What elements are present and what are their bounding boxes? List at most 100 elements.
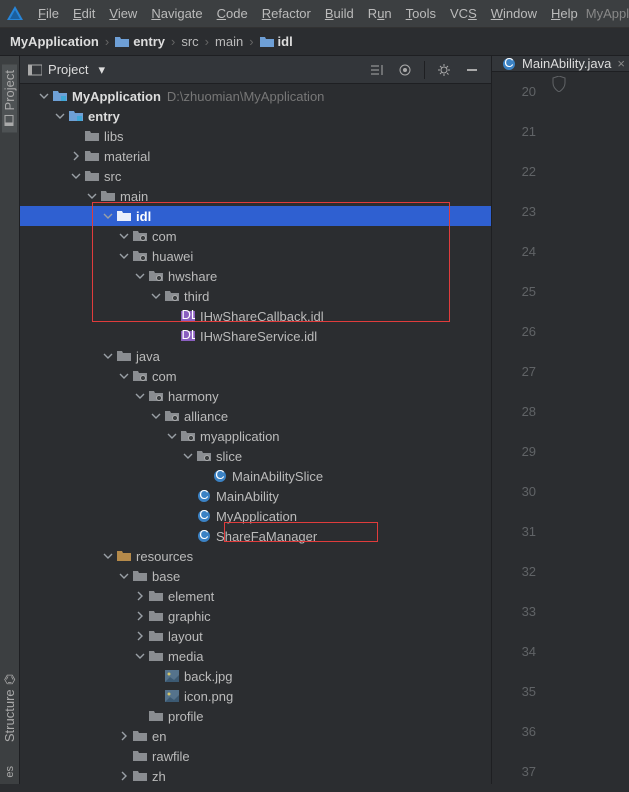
tree-row[interactable]: CMainAbility bbox=[20, 486, 491, 506]
tree-row[interactable]: hwshare bbox=[20, 266, 491, 286]
tree-arrow-icon[interactable] bbox=[118, 230, 130, 242]
tree-row[interactable]: com bbox=[20, 226, 491, 246]
crumb-main[interactable]: main bbox=[215, 34, 243, 49]
menu-code[interactable]: Code bbox=[211, 3, 254, 24]
editor-body[interactable]: 202122232425262728293031323334353637 bbox=[492, 72, 629, 792]
tree-arrow-icon[interactable] bbox=[38, 90, 50, 102]
editor-tab-mainability[interactable]: C MainAbility.java × bbox=[498, 56, 629, 71]
tree-arrow-icon[interactable] bbox=[102, 350, 114, 362]
tree-row[interactable]: CMainAbilitySlice bbox=[20, 466, 491, 486]
toolwindow-tab-project[interactable]: Project bbox=[2, 64, 17, 132]
scroll-from-source-icon[interactable] bbox=[366, 59, 388, 81]
tree-arrow-icon[interactable] bbox=[102, 550, 114, 562]
tree-row[interactable]: src bbox=[20, 166, 491, 186]
tree-row[interactable]: third bbox=[20, 286, 491, 306]
crumb-entry[interactable]: entry bbox=[115, 34, 165, 49]
hide-panel-icon[interactable] bbox=[461, 59, 483, 81]
tree-row[interactable]: harmony bbox=[20, 386, 491, 406]
tree-arrow-icon[interactable] bbox=[70, 150, 82, 162]
tree-arrow-icon[interactable] bbox=[54, 110, 66, 122]
menu-file[interactable]: File bbox=[32, 3, 65, 24]
menu-help[interactable]: Help bbox=[545, 3, 584, 24]
tree-arrow-icon[interactable] bbox=[134, 630, 146, 642]
tree-arrow-icon[interactable] bbox=[118, 770, 130, 782]
tree-row[interactable]: entry bbox=[20, 106, 491, 126]
tree-arrow-icon[interactable] bbox=[118, 370, 130, 382]
tree-row[interactable]: libs bbox=[20, 126, 491, 146]
tree-row[interactable]: IDLIHwShareService.idl bbox=[20, 326, 491, 346]
tree-arrow-icon[interactable] bbox=[166, 310, 178, 322]
tree-row[interactable]: media bbox=[20, 646, 491, 666]
menu-run[interactable]: Run bbox=[362, 3, 398, 24]
tree-arrow-icon[interactable] bbox=[150, 290, 162, 302]
tree-arrow-icon[interactable] bbox=[134, 270, 146, 282]
menu-navigate[interactable]: Navigate bbox=[145, 3, 208, 24]
tree-row[interactable]: material bbox=[20, 146, 491, 166]
tree-arrow-icon[interactable] bbox=[118, 750, 130, 762]
toolwindow-tab-favorites[interactable]: es bbox=[4, 760, 16, 784]
project-tree[interactable]: MyApplicationD:\zhuomian\MyApplicationen… bbox=[20, 84, 491, 784]
tree-arrow-icon[interactable] bbox=[70, 170, 82, 182]
menu-edit[interactable]: Edit bbox=[67, 3, 101, 24]
tree-row[interactable]: resources bbox=[20, 546, 491, 566]
tree-arrow-icon[interactable] bbox=[134, 610, 146, 622]
tree-arrow-icon[interactable] bbox=[118, 730, 130, 742]
tree-arrow-icon[interactable] bbox=[118, 570, 130, 582]
tree-arrow-icon[interactable] bbox=[150, 690, 162, 702]
tree-row[interactable]: rawfile bbox=[20, 746, 491, 766]
project-view-selector[interactable]: Project ▾ bbox=[28, 62, 105, 78]
tree-arrow-icon[interactable] bbox=[182, 510, 194, 522]
tree-arrow-icon[interactable] bbox=[198, 470, 210, 482]
tree-arrow-icon[interactable] bbox=[150, 670, 162, 682]
tree-row[interactable]: huawei bbox=[20, 246, 491, 266]
tree-arrow-icon[interactable] bbox=[102, 210, 114, 222]
tree-row[interactable]: slice bbox=[20, 446, 491, 466]
toolwindow-tab-structure[interactable]: Structure ⌬ bbox=[2, 668, 17, 748]
inspection-shield-icon[interactable] bbox=[552, 76, 566, 92]
tree-arrow-icon[interactable] bbox=[182, 490, 194, 502]
tree-row[interactable]: graphic bbox=[20, 606, 491, 626]
tree-arrow-icon[interactable] bbox=[166, 430, 178, 442]
gear-icon[interactable] bbox=[433, 59, 455, 81]
crumb-src[interactable]: src bbox=[181, 34, 198, 49]
menu-build[interactable]: Build bbox=[319, 3, 360, 24]
tree-arrow-icon[interactable] bbox=[134, 710, 146, 722]
menu-refactor[interactable]: Refactor bbox=[256, 3, 317, 24]
tree-row[interactable]: com bbox=[20, 366, 491, 386]
tree-row[interactable]: idl bbox=[20, 206, 491, 226]
crumb-root[interactable]: MyApplication bbox=[10, 34, 99, 49]
tree-row[interactable]: CMyApplication bbox=[20, 506, 491, 526]
menu-vcs[interactable]: VCS bbox=[444, 3, 483, 24]
tree-arrow-icon[interactable] bbox=[134, 390, 146, 402]
tree-row[interactable]: zh bbox=[20, 766, 491, 784]
tree-row[interactable]: myapplication bbox=[20, 426, 491, 446]
editor-content[interactable] bbox=[548, 72, 629, 792]
tree-arrow-icon[interactable] bbox=[182, 530, 194, 542]
crumb-idl[interactable]: idl bbox=[260, 34, 293, 49]
tree-row[interactable]: layout bbox=[20, 626, 491, 646]
tree-arrow-icon[interactable] bbox=[70, 130, 82, 142]
tree-row[interactable]: profile bbox=[20, 706, 491, 726]
select-opened-file-icon[interactable] bbox=[394, 59, 416, 81]
tree-row[interactable]: main bbox=[20, 186, 491, 206]
tree-row[interactable]: IDLIHwShareCallback.idl bbox=[20, 306, 491, 326]
close-icon[interactable]: × bbox=[617, 56, 625, 71]
tree-arrow-icon[interactable] bbox=[118, 250, 130, 262]
tree-row[interactable]: java bbox=[20, 346, 491, 366]
tree-arrow-icon[interactable] bbox=[182, 450, 194, 462]
tree-row[interactable]: element bbox=[20, 586, 491, 606]
tree-arrow-icon[interactable] bbox=[134, 650, 146, 662]
tree-arrow-icon[interactable] bbox=[134, 590, 146, 602]
tree-arrow-icon[interactable] bbox=[150, 410, 162, 422]
tree-row[interactable]: alliance bbox=[20, 406, 491, 426]
menu-window[interactable]: Window bbox=[485, 3, 543, 24]
tree-row[interactable]: CShareFaManager bbox=[20, 526, 491, 546]
tree-row[interactable]: back.jpg bbox=[20, 666, 491, 686]
tree-arrow-icon[interactable] bbox=[166, 330, 178, 342]
tree-row[interactable]: base bbox=[20, 566, 491, 586]
tree-row[interactable]: MyApplicationD:\zhuomian\MyApplication bbox=[20, 86, 491, 106]
tree-arrow-icon[interactable] bbox=[86, 190, 98, 202]
menu-tools[interactable]: Tools bbox=[400, 3, 442, 24]
tree-row[interactable]: en bbox=[20, 726, 491, 746]
menu-view[interactable]: View bbox=[103, 3, 143, 24]
